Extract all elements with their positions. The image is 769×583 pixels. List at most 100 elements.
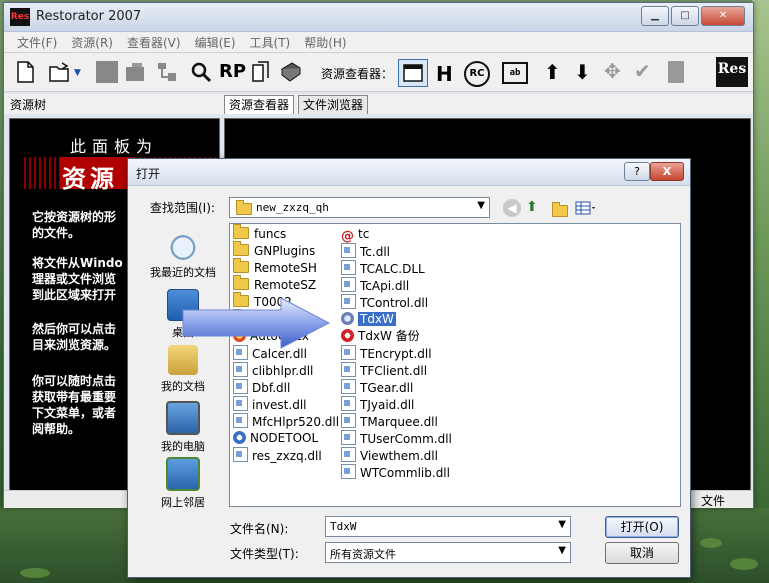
move-icon[interactable]: ✥ (604, 59, 621, 83)
folder-icon (233, 241, 249, 256)
file-list-item[interactable]: TdxW (341, 311, 396, 327)
file-list-item[interactable]: clibhlpr.dll (233, 362, 313, 378)
place-my-documents[interactable]: 我的文档 (138, 345, 228, 394)
file-list-item[interactable]: res_zxzq.dll (233, 447, 322, 463)
folder-icon (233, 258, 249, 273)
file-list-item[interactable]: @ tc (341, 226, 370, 243)
menu-edit[interactable]: 编辑(E) (188, 32, 243, 52)
cancel-button[interactable]: 取消 (605, 542, 679, 564)
toolbar: ▼ RP 资源查看器： H RC ab ⬆ ⬇ ✥ ✔ Res (4, 53, 753, 92)
help-paragraph-1: 它按资源树的形 的文件。 (32, 210, 117, 240)
chevron-down-icon[interactable]: ▼ (558, 519, 566, 530)
arrow-up-icon[interactable]: ⬆ (544, 60, 561, 84)
file-list-item[interactable]: invest.dll (233, 396, 306, 412)
file-list-item[interactable]: Tc.dll (341, 243, 390, 259)
file-list-item[interactable]: funcs (233, 224, 286, 242)
tree-icon[interactable] (156, 61, 178, 83)
file-list-item[interactable]: TControl.dll (341, 294, 428, 310)
search-icon[interactable] (190, 61, 212, 83)
file-name: NODETOOL (250, 431, 319, 445)
file-name: Tc.dll (360, 245, 390, 259)
viewer-mode-active[interactable] (398, 59, 428, 87)
app-logo-icon: Res (10, 8, 30, 26)
file-list-item[interactable]: GNPlugins (233, 241, 315, 259)
file-list[interactable]: funcsGNPluginsRemoteSHRemoteSZT0002vipdo… (229, 223, 681, 507)
menu-viewer[interactable]: 查看器(V) (120, 32, 188, 52)
dll-file-icon (341, 464, 356, 479)
open-dropdown-icon[interactable]: ▼ (74, 68, 81, 78)
save-as-icon[interactable] (124, 61, 146, 83)
copy-icon[interactable] (250, 61, 272, 83)
file-name: clibhlpr.dll (252, 364, 314, 378)
filetype-label: 文件类型(T): (230, 547, 299, 561)
file-name: TdxW 备份 (358, 329, 420, 343)
file-name: TFClient.dll (360, 364, 428, 378)
up-folder-icon[interactable]: ⬆ (526, 199, 544, 217)
file-list-item[interactable]: TGear.dll (341, 379, 413, 395)
filename-value: TdxW (330, 520, 357, 533)
open-button[interactable]: 打开(O) (605, 516, 679, 538)
place-recent[interactable]: 我最近的文档 (138, 231, 228, 280)
maximize-button[interactable]: □ (671, 6, 699, 26)
menu-file[interactable]: 文件(F) (10, 32, 64, 52)
file-list-item[interactable]: TUserComm.dll (341, 430, 452, 446)
res-logo-icon: Res (716, 57, 748, 87)
desktop-background (752, 0, 769, 583)
new-file-icon[interactable] (14, 61, 36, 83)
file-name: MfcHlpr520.dll (252, 415, 340, 429)
hex-view-icon[interactable]: H (436, 62, 453, 86)
file-name: tc (358, 227, 370, 241)
file-list-item[interactable]: Dbf.dll (233, 379, 290, 395)
file-list-item[interactable]: MfcHlpr520.dll (233, 413, 339, 429)
file-list-item[interactable]: NODETOOL (233, 430, 318, 446)
new-folder-icon[interactable] (550, 199, 568, 217)
file-list-item[interactable]: TMarquee.dll (341, 413, 438, 429)
dll-file-icon (341, 362, 356, 377)
dialog-help-button[interactable]: ? (624, 162, 650, 181)
place-my-computer[interactable]: 我的电脑 (138, 401, 228, 454)
page-icon[interactable] (668, 61, 684, 83)
close-button[interactable]: ✕ (701, 6, 745, 26)
check-icon[interactable]: ✔ (634, 59, 651, 83)
place-network[interactable]: 网上邻居 (138, 457, 228, 510)
file-list-item[interactable]: TCALC.DLL (341, 260, 425, 276)
look-in-dropdown[interactable]: new_zxzq_qh ▼ (229, 197, 490, 218)
help-paragraph-3: 然后你可以点击 目来浏览资源。 (32, 322, 117, 352)
rc-view-icon[interactable]: RC (464, 61, 490, 87)
filetype-select[interactable]: 所有资源文件 ▼ (325, 542, 571, 563)
file-list-item[interactable]: TJyaid.dll (341, 396, 414, 412)
save-icon[interactable] (96, 61, 118, 83)
tab-resource-viewer[interactable]: 资源查看器 (224, 95, 295, 114)
minimize-button[interactable]: ▁ (641, 6, 669, 26)
tab-file-browser[interactable]: 文件浏览器 (298, 95, 369, 114)
binary-view-icon[interactable]: ab (502, 62, 528, 84)
view-menu-icon[interactable] (574, 199, 598, 217)
rp-icon[interactable]: RP (219, 61, 246, 82)
file-list-item[interactable]: TEncrypt.dll (341, 345, 432, 361)
dll-file-icon (341, 260, 356, 275)
banner-text: 资源 (62, 165, 118, 193)
look-in-value: new_zxzq_qh (256, 201, 329, 214)
file-list-item[interactable]: TFClient.dll (341, 362, 427, 378)
filename-input[interactable]: TdxW ▼ (325, 516, 571, 537)
dialog-title-bar: 打开 ? X (128, 159, 690, 186)
chevron-down-icon[interactable]: ▼ (558, 545, 566, 556)
file-list-item[interactable]: WTCommlib.dll (341, 464, 450, 480)
menu-tools[interactable]: 工具(T) (243, 32, 298, 52)
file-list-item[interactable]: TdxW 备份 (341, 328, 420, 344)
file-name: TcApi.dll (360, 279, 410, 293)
file-list-item[interactable]: RemoteSZ (233, 275, 316, 293)
menu-help[interactable]: 帮助(H) (297, 32, 353, 52)
open-file-icon[interactable] (48, 61, 70, 83)
arrow-down-icon[interactable]: ⬇ (574, 60, 591, 84)
menu-resource[interactable]: 资源(R) (64, 32, 120, 52)
resource-tree-label: 资源树 (10, 98, 47, 112)
file-list-item[interactable]: TcApi.dll (341, 277, 409, 293)
file-list-item[interactable]: Viewthem.dll (341, 447, 438, 463)
file-list-item[interactable]: RemoteSH (233, 258, 317, 276)
dialog-close-button[interactable]: X (650, 162, 684, 181)
menu-bar: 文件(F) 资源(R) 查看器(V) 编辑(E) 工具(T) 帮助(H) (4, 32, 753, 53)
book-icon[interactable] (280, 61, 302, 83)
back-icon[interactable]: ◀ (503, 199, 521, 217)
gear-icon (233, 431, 246, 444)
